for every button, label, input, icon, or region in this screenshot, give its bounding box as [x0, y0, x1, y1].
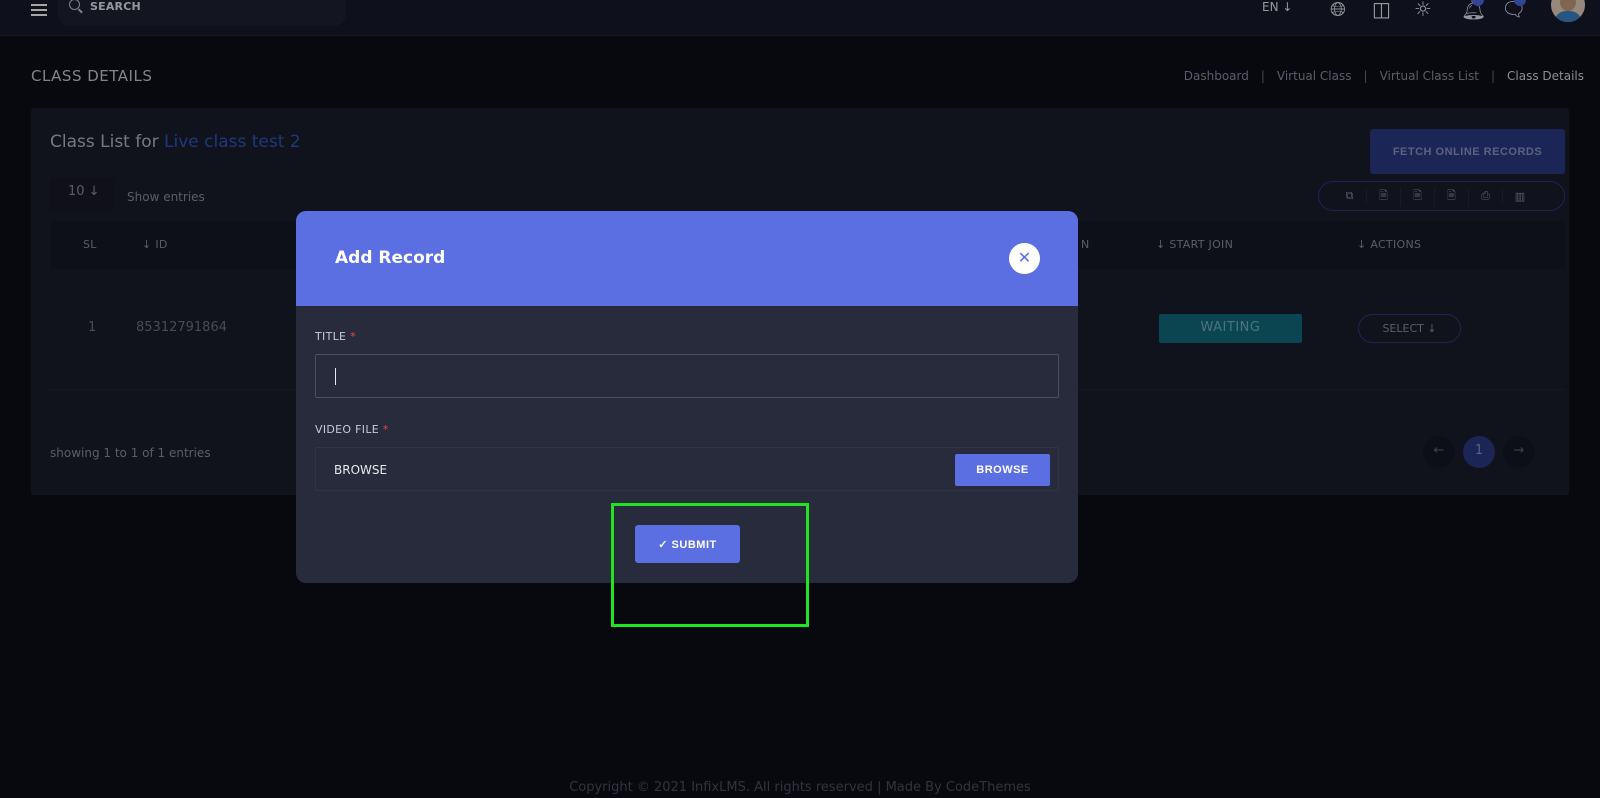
browse-button[interactable]: BROWSE — [955, 454, 1050, 486]
video-file-label: VIDEO FILE * — [315, 423, 389, 436]
title-input[interactable] — [315, 354, 1059, 398]
modal-title: Add Record — [335, 248, 446, 268]
title-label: TITLE * — [315, 330, 356, 343]
file-placeholder: BROWSE — [334, 463, 388, 477]
video-label-text: VIDEO FILE — [315, 423, 379, 436]
text-caret — [335, 368, 336, 385]
modal-header: Add Record ✕ — [296, 211, 1078, 306]
video-file-field[interactable]: BROWSE BROWSE — [315, 447, 1059, 491]
title-label-text: TITLE — [315, 330, 347, 343]
required-mark: * — [382, 423, 389, 436]
highlight-box — [611, 503, 809, 627]
required-mark: * — [350, 330, 356, 343]
close-icon[interactable]: ✕ — [1009, 243, 1040, 274]
